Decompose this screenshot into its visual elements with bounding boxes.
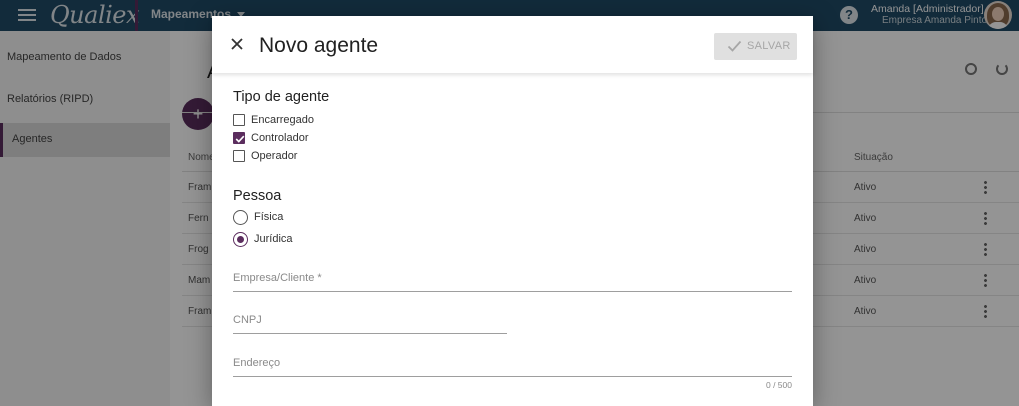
address-field[interactable] bbox=[233, 353, 792, 377]
cnpj-field[interactable] bbox=[233, 310, 507, 334]
check-icon bbox=[235, 135, 245, 143]
save-button-label: SALVAR bbox=[747, 40, 791, 52]
checkbox-box[interactable] bbox=[233, 150, 245, 162]
dialog-title: Novo agente bbox=[259, 34, 379, 57]
person-type-title: Pessoa bbox=[233, 188, 282, 204]
radio-label: Física bbox=[254, 211, 284, 223]
checkbox-box[interactable] bbox=[233, 132, 245, 144]
address-input[interactable] bbox=[233, 357, 792, 369]
checkbox-label: Operador bbox=[251, 150, 298, 162]
checkbox-label: Controlador bbox=[251, 132, 309, 144]
cnpj-input[interactable] bbox=[233, 314, 507, 326]
company-input[interactable] bbox=[233, 272, 792, 284]
agent-type-title: Tipo de agente bbox=[233, 89, 330, 105]
address-char-counter: 0 / 500 bbox=[766, 380, 792, 390]
company-field[interactable] bbox=[233, 268, 792, 292]
save-button[interactable]: SALVAR bbox=[714, 33, 797, 60]
dialog-header: Novo agente SALVAR bbox=[212, 16, 813, 73]
check-icon bbox=[727, 40, 742, 52]
radio-label: Jurídica bbox=[254, 233, 293, 245]
checkbox-label: Encarregado bbox=[251, 114, 314, 126]
new-agent-dialog: Novo agente SALVAR Tipo de agente Encarr… bbox=[212, 16, 813, 406]
close-icon[interactable] bbox=[230, 37, 244, 51]
radio-circle[interactable] bbox=[233, 232, 248, 247]
checkbox-box[interactable] bbox=[233, 114, 245, 126]
radio-circle[interactable] bbox=[233, 210, 248, 225]
